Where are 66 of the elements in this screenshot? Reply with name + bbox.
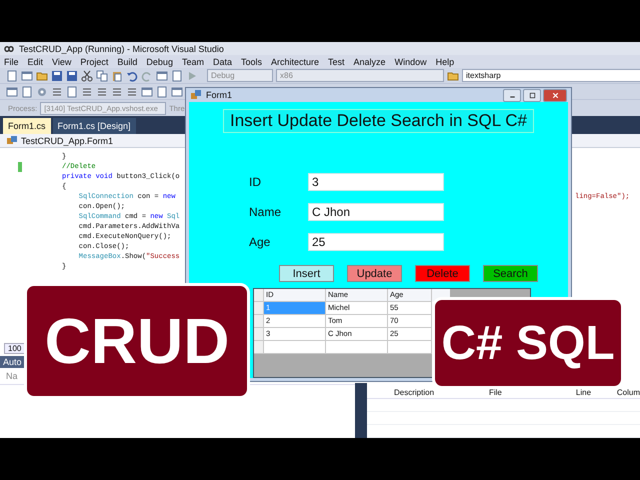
- column-header[interactable]: Colum: [616, 388, 640, 396]
- menu-item[interactable]: Build: [117, 56, 138, 66]
- table-cell[interactable]: [264, 341, 326, 354]
- form-heading: Insert Update Delete Search in SQL C#: [222, 109, 534, 133]
- document-icon[interactable]: [171, 70, 183, 82]
- cut-icon[interactable]: [81, 70, 93, 82]
- save-icon[interactable]: [66, 70, 78, 82]
- menu-item[interactable]: Data: [212, 56, 232, 66]
- column-header[interactable]: File: [488, 388, 576, 396]
- menu-item[interactable]: Window: [394, 56, 427, 66]
- paste-icon[interactable]: [111, 70, 123, 82]
- column-header[interactable]: Description: [394, 388, 489, 396]
- menu-item[interactable]: Help: [436, 56, 454, 66]
- document-icon[interactable]: [21, 86, 33, 98]
- text-field[interactable]: 3: [308, 173, 444, 191]
- undo-icon[interactable]: [126, 70, 138, 82]
- class-icon[interactable]: [6, 134, 18, 146]
- text-field[interactable]: 25: [308, 233, 444, 251]
- navigation-dropdown[interactable]: TestCRUD_App.Form1: [21, 136, 114, 146]
- text-lines-icon[interactable]: [51, 86, 63, 98]
- save-icon[interactable]: [51, 70, 63, 82]
- window-icon[interactable]: [171, 86, 183, 98]
- text-lines-icon[interactable]: [111, 86, 123, 98]
- action-button[interactable]: Update: [347, 265, 402, 282]
- window-icon[interactable]: [141, 86, 153, 98]
- menu-item[interactable]: Architecture: [271, 56, 320, 66]
- menu-item[interactable]: Team: [182, 56, 204, 66]
- column-header[interactable]: Line: [576, 388, 617, 396]
- gear-icon[interactable]: [36, 86, 48, 98]
- menu-item[interactable]: Debug: [146, 56, 173, 66]
- field-label: Age: [249, 235, 272, 249]
- zoom-dropdown[interactable]: 100: [4, 343, 26, 354]
- window-icon[interactable]: [6, 86, 18, 98]
- find-dropdown[interactable]: itextsharp: [462, 69, 640, 82]
- text-field[interactable]: C Jhon: [308, 203, 444, 221]
- title-badge: C# SQL: [432, 297, 624, 389]
- menu-item[interactable]: View: [52, 56, 72, 66]
- menu-item[interactable]: Edit: [28, 56, 44, 66]
- app-icon[interactable]: [190, 89, 202, 101]
- menu-item[interactable]: Project: [80, 56, 108, 66]
- table-cell[interactable]: [326, 341, 388, 354]
- window-title: Form1: [206, 90, 232, 100]
- title-badge: CRUD: [24, 283, 250, 399]
- window-icon[interactable]: [156, 70, 168, 82]
- editor-tab[interactable]: Form1.cs: [3, 118, 51, 134]
- maximize-icon[interactable]: [523, 88, 541, 102]
- text-lines-icon[interactable]: [81, 86, 93, 98]
- field-label: Name: [249, 205, 282, 219]
- text-lines-icon[interactable]: [96, 86, 108, 98]
- action-button[interactable]: Search: [483, 265, 538, 282]
- action-button[interactable]: Insert: [279, 265, 334, 282]
- document-icon[interactable]: [156, 86, 168, 98]
- menu-item[interactable]: Test: [328, 56, 345, 66]
- window-icon[interactable]: [21, 70, 33, 82]
- copy-icon[interactable]: [96, 70, 108, 82]
- menu-item[interactable]: File: [4, 56, 19, 66]
- document-icon[interactable]: [6, 70, 18, 82]
- window-title: TestCRUD_App (Running) - Microsoft Visual Studio: [19, 44, 224, 54]
- close-icon[interactable]: [543, 88, 567, 102]
- menu-item[interactable]: Analyze: [354, 56, 386, 66]
- editor-tab[interactable]: Form1.cs [Design]: [52, 118, 136, 134]
- menu-item[interactable]: Tools: [240, 56, 262, 66]
- action-button[interactable]: Delete: [415, 265, 470, 282]
- document-icon[interactable]: [66, 86, 78, 98]
- field-label: ID: [249, 175, 262, 189]
- text-lines-icon[interactable]: [126, 86, 138, 98]
